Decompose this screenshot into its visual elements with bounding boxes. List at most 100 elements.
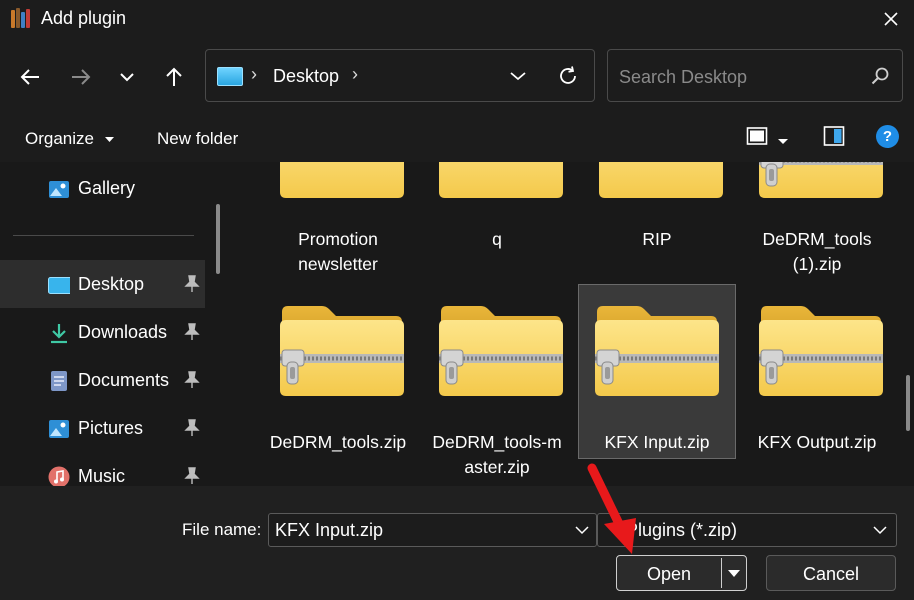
pin-icon[interactable] (184, 275, 200, 293)
desktop-folder-icon (217, 67, 243, 86)
preview-pane-icon (823, 126, 845, 146)
sidebar-item-music[interactable]: Music (0, 452, 205, 486)
breadcrumb-trailing-separator[interactable]: › (352, 64, 358, 85)
close-button[interactable] (868, 0, 914, 38)
back-button[interactable] (13, 60, 47, 94)
file-item-label: q (492, 229, 502, 249)
pictures-icon (49, 420, 69, 438)
forward-arrow-icon (72, 69, 91, 85)
search-input[interactable]: Search Desktop (619, 67, 747, 88)
split-divider (721, 558, 722, 588)
file-name-field[interactable]: KFX Input.zip (268, 513, 597, 547)
file-item-dedrm-tools-1-zip[interactable]: DeDRM_tools (1).zip (738, 162, 896, 282)
file-name-value[interactable]: KFX Input.zip (275, 520, 383, 541)
sidebar-item-desktop[interactable]: Desktop (0, 260, 205, 308)
file-item-label: DeDRM_tools-m (432, 432, 562, 452)
sidebar-item-label: Desktop (78, 274, 145, 294)
folder-icon (437, 162, 565, 200)
chevron-down-icon (873, 526, 887, 535)
organize-button[interactable]: Organize (25, 129, 114, 149)
breadcrumb-desktop[interactable]: Desktop (273, 66, 339, 87)
close-icon (884, 12, 898, 26)
up-arrow-icon (166, 67, 182, 86)
command-toolbar: Organize New folder (0, 112, 914, 162)
search-box[interactable]: Search Desktop (607, 49, 903, 102)
bookshelf-icon (10, 8, 32, 28)
search-icon[interactable] (870, 66, 890, 86)
file-item-label: (1).zip (792, 254, 842, 274)
sidebar-item-label: Pictures (78, 418, 144, 438)
zip-folder-icon (593, 302, 721, 398)
file-item-label: KFX Input.zip (604, 432, 710, 452)
sidebar-item-label: Gallery (78, 178, 136, 198)
sidebar-item-label: Documents (78, 370, 170, 390)
zip-folder-icon (757, 162, 885, 200)
pin-icon[interactable] (184, 371, 200, 389)
file-item-label: DeDRM_tools (762, 229, 872, 249)
folder-icon (278, 162, 406, 200)
file-item-q[interactable]: q (418, 162, 576, 282)
chevron-down-icon[interactable] (574, 522, 590, 538)
sidebar-scrollbar[interactable] (216, 204, 220, 274)
file-item-promotion-newsletter[interactable]: Promotion newsletter (259, 162, 417, 282)
pin-icon[interactable] (184, 323, 200, 341)
refresh-button[interactable] (554, 62, 582, 90)
file-item-label: aster.zip (464, 457, 530, 477)
title-bar: Add plugin (0, 0, 914, 38)
open-options-caret-icon[interactable] (726, 565, 742, 581)
preview-pane-button[interactable] (823, 125, 845, 147)
file-name-label: File name: (182, 520, 262, 539)
desktop-folder-icon (48, 277, 70, 294)
sidebar-item-label: Downloads (78, 322, 168, 342)
recent-locations-button[interactable] (110, 60, 144, 94)
view-mode-dropdown[interactable] (778, 132, 790, 144)
file-item-label: KFX Output.zip (757, 432, 877, 452)
sidebar-divider (13, 235, 194, 236)
pin-icon[interactable] (184, 467, 200, 485)
refresh-icon (560, 66, 576, 84)
help-button[interactable]: ? (876, 125, 899, 148)
up-button[interactable] (157, 60, 191, 94)
organize-label: Organize (25, 129, 94, 148)
address-dropdown-button[interactable] (506, 64, 530, 88)
file-dialog-footer: File name: KFX Input.zip Plugins (*.zip)… (0, 486, 914, 600)
caret-down-icon (778, 139, 788, 144)
file-item-dedrm-tools-master-zip[interactable]: DeDRM_tools-m aster.zip (418, 284, 576, 477)
address-bar[interactable]: › Desktop › (205, 49, 595, 102)
file-item-kfx-input-zip[interactable]: KFX Input.zip (578, 284, 736, 459)
zip-folder-icon (757, 302, 885, 398)
sidebar-item-downloads[interactable]: Downloads (0, 308, 205, 356)
file-item-rip[interactable]: RIP (578, 162, 736, 282)
file-item-label: DeDRM_tools.zip (269, 432, 407, 452)
new-folder-button[interactable]: New folder (157, 129, 238, 149)
gallery-icon (49, 181, 69, 198)
file-item-dedrm-tools-zip[interactable]: DeDRM_tools.zip (259, 284, 417, 460)
documents-icon (51, 371, 67, 391)
folder-icon (597, 162, 725, 200)
pin-icon[interactable] (184, 419, 200, 437)
view-mode-button[interactable] (746, 125, 768, 147)
cancel-button[interactable]: Cancel (766, 555, 896, 591)
sidebar-item-gallery[interactable]: Gallery (0, 164, 205, 212)
zip-folder-icon (437, 302, 565, 398)
zip-folder-icon (278, 302, 406, 398)
breadcrumb-separator: › (251, 64, 257, 84)
file-item-label: RIP (642, 229, 672, 249)
back-arrow-icon (20, 69, 39, 85)
sidebar-item-documents[interactable]: Documents (0, 356, 205, 404)
window-title: Add plugin (41, 8, 127, 28)
file-item-kfx-output-zip[interactable]: KFX Output.zip (738, 284, 896, 460)
file-type-select[interactable]: Plugins (*.zip) (597, 513, 897, 547)
navigation-pane: Gallery Desktop Downloads Documents Pict… (0, 162, 228, 486)
navigation-bar: › Desktop › Search Desktop (0, 38, 914, 112)
forward-button[interactable] (64, 60, 98, 94)
file-list-scrollbar[interactable] (906, 375, 910, 431)
sidebar-item-pictures[interactable]: Pictures (0, 404, 205, 452)
file-list[interactable]: Promotion newsletter q RIP DeDRM_tools (… (235, 162, 914, 486)
caret-down-icon (104, 136, 114, 142)
open-button-label: Open (646, 564, 692, 584)
music-icon (48, 466, 70, 486)
file-item-label: Promotion (298, 229, 378, 249)
open-button[interactable]: Open (616, 555, 747, 591)
file-item-label: newsletter (298, 254, 378, 274)
